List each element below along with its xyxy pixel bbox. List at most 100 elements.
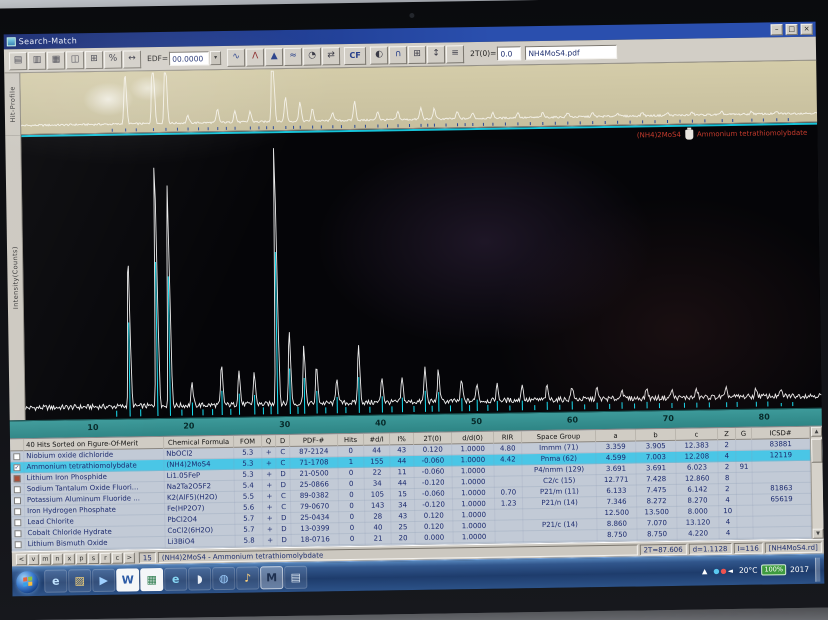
cell-b: 3.905: [636, 440, 677, 453]
battery-indicator[interactable]: 100%: [761, 564, 787, 576]
taskbar-search-match-icon[interactable]: M: [260, 566, 284, 590]
diffraction-plot[interactable]: (NH4)2MoS4 Ammonium tetrathiomolybdate: [21, 122, 822, 421]
tray-volume-icon[interactable]: ◄: [727, 567, 733, 575]
column-header-g[interactable]: G: [735, 427, 753, 440]
column-header-chk[interactable]: [10, 439, 25, 452]
status-button-<[interactable]: <: [15, 553, 27, 565]
taskbar-browser-icon[interactable]: e: [44, 569, 68, 593]
minimize-button[interactable]: –: [770, 24, 783, 36]
column-header-d[interactable]: D: [275, 434, 291, 448]
row-checkbox[interactable]: [14, 507, 22, 515]
table-scrollbar[interactable]: ▲ ▼: [809, 426, 824, 539]
expand-scale-icon[interactable]: ↔: [122, 49, 142, 69]
open-pattern-icon[interactable]: ▥: [27, 51, 47, 70]
taskbar-globe-icon[interactable]: ◍: [212, 566, 236, 591]
swap-axes-icon[interactable]: ⇄: [322, 46, 341, 65]
two-theta-input[interactable]: 0.0: [497, 45, 522, 61]
edf-dropdown-arrow[interactable]: ▾: [210, 50, 222, 65]
taskbar-notepad-icon[interactable]: ▤: [284, 565, 308, 590]
row-checkbox[interactable]: [14, 518, 22, 526]
close-button[interactable]: ×: [800, 23, 813, 35]
cell-hits: 0: [339, 533, 366, 546]
percent-scale-icon[interactable]: %: [103, 50, 123, 69]
copy-icon[interactable]: ⊞: [84, 50, 104, 69]
scrollbar-thumb[interactable]: [811, 438, 823, 463]
scale-y-icon[interactable]: ↕: [426, 44, 446, 64]
status-button-p[interactable]: p: [75, 552, 87, 564]
column-header-formula[interactable]: Chemical Formula: [163, 435, 235, 449]
smooth-icon[interactable]: ≈: [284, 47, 303, 66]
column-header-icsd[interactable]: ICSD#: [751, 426, 811, 440]
contrast-icon[interactable]: ◐: [370, 45, 389, 65]
column-header-ndi[interactable]: #d/I: [363, 433, 391, 446]
status-button-s[interactable]: s: [87, 552, 99, 564]
column-header-a[interactable]: a: [595, 429, 637, 443]
taskbar-messenger-icon[interactable]: ◗: [188, 567, 212, 591]
column-header-b[interactable]: b: [635, 428, 677, 442]
start-button[interactable]: [16, 570, 39, 593]
cell-rir: [495, 520, 524, 532]
scroll-up-icon[interactable]: ▲: [810, 426, 823, 437]
row-checkbox[interactable]: ✓: [13, 463, 21, 471]
scroll-down-icon[interactable]: ▼: [812, 528, 824, 539]
status-button-n[interactable]: n: [51, 553, 63, 565]
peak-search-icon[interactable]: Λ: [246, 47, 265, 67]
zoom-icon[interactable]: ◔: [303, 46, 322, 66]
background-icon[interactable]: ▲: [265, 47, 284, 66]
row-checkbox[interactable]: [13, 485, 21, 493]
status-button-r[interactable]: r: [99, 552, 111, 564]
taskbar-word-icon[interactable]: W: [116, 568, 140, 592]
edf-input[interactable]: 00.0000: [169, 50, 210, 66]
column-header-hits[interactable]: Hits: [337, 433, 365, 447]
column-header-t0[interactable]: 2T(0): [413, 432, 453, 446]
taskbar-music-icon[interactable]: ♪: [236, 566, 260, 590]
taskbar-spreadsheet-icon[interactable]: ▦: [140, 567, 164, 592]
cell-ipct: 20: [391, 533, 416, 545]
new-pattern-icon[interactable]: ▤: [8, 51, 28, 70]
status-button-c[interactable]: c: [111, 552, 123, 564]
row-checkbox[interactable]: [13, 474, 21, 482]
status-button-v[interactable]: v: [27, 553, 39, 565]
cell-icsd: 81863: [752, 482, 811, 495]
column-header-z[interactable]: Z: [717, 427, 737, 441]
status-button-x[interactable]: x: [63, 552, 75, 565]
column-header-q[interactable]: Q: [261, 435, 277, 448]
taskbar-folder-icon[interactable]: ▨: [68, 569, 92, 593]
profile-view-icon[interactable]: ∿: [227, 48, 246, 67]
tray-expand-icon[interactable]: ▲: [702, 567, 708, 575]
tray-chat-icon[interactable]: ●: [713, 567, 719, 575]
column-header-fom[interactable]: FOM: [233, 435, 263, 448]
column-header-dd0[interactable]: d/d(0): [451, 431, 495, 445]
cell-pdf: 87-2124: [290, 446, 339, 458]
taskbar-clock[interactable]: 2017: [790, 565, 809, 574]
cell-t0: 0.120: [414, 444, 453, 457]
row-checkbox[interactable]: [14, 540, 22, 548]
status-button->[interactable]: >: [123, 551, 135, 564]
intensity-axis-label: Intensity(Counts): [10, 246, 20, 310]
taskbar-ie-icon[interactable]: e: [164, 567, 188, 591]
column-header-c[interactable]: c: [675, 428, 719, 441]
peak-profile-icon[interactable]: ∩: [389, 45, 408, 64]
tray-alert-icon[interactable]: ●: [720, 567, 726, 575]
axis-tick-label: 80: [758, 412, 770, 422]
save-pattern-icon[interactable]: ▦: [46, 50, 66, 70]
maximize-button[interactable]: □: [785, 23, 798, 36]
row-checkbox[interactable]: [13, 496, 22, 504]
cell-b: 7.428: [636, 473, 677, 486]
filename-input[interactable]: NH4MoS4.pdf: [525, 44, 618, 60]
row-checkbox-cell: [10, 451, 25, 463]
show-desktop-button[interactable]: [814, 557, 821, 582]
taskbar-media-player-icon[interactable]: ▶: [92, 568, 116, 593]
grid-icon[interactable]: ⊞: [408, 45, 427, 64]
cell-icsd: [753, 526, 812, 539]
cell-z: 4: [718, 450, 737, 463]
row-checkbox[interactable]: [13, 452, 21, 460]
list-icon[interactable]: ≡: [445, 44, 465, 63]
status-button-m[interactable]: m: [39, 553, 51, 565]
cf-button[interactable]: CF: [344, 46, 367, 65]
print-icon[interactable]: ◫: [65, 50, 85, 69]
row-checkbox[interactable]: [14, 529, 22, 537]
column-header-pdf[interactable]: PDF-#: [289, 434, 339, 447]
column-header-ipct[interactable]: I%: [389, 433, 415, 446]
column-header-rir[interactable]: RIR: [493, 431, 523, 444]
